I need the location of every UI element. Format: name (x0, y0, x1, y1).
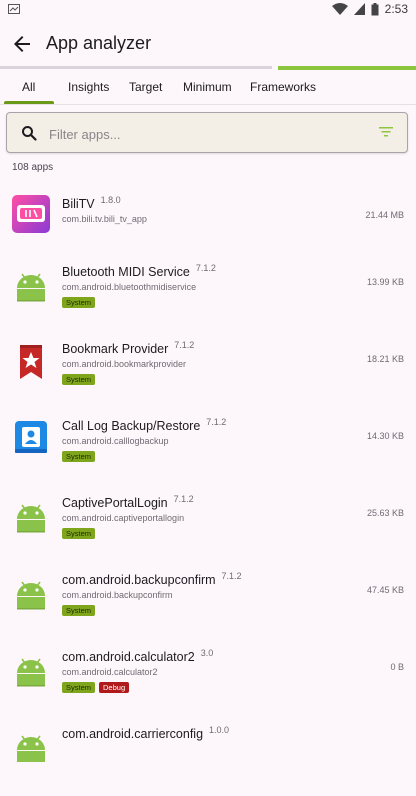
android-icon (17, 504, 45, 533)
system-badge: System (62, 374, 96, 385)
tab-minimum[interactable]: Minimum (183, 80, 232, 94)
app-package: com.bili.tv.bili_tv_app (62, 214, 147, 224)
app-name: com.android.backupconfirm 7.1.2 (62, 571, 242, 587)
signal-icon (353, 3, 365, 15)
system-badge: System (62, 528, 96, 539)
list-item[interactable]: Call Log Backup/Restore 7.1.2 com.android… (0, 411, 416, 488)
wifi-icon (331, 2, 348, 15)
badge-group: System (62, 451, 96, 462)
badge-group: System (62, 528, 96, 539)
app-version: 7.1.2 (195, 263, 216, 273)
back-arrow-icon[interactable] (10, 32, 34, 56)
app-package: com.android.captiveportallogin (62, 513, 185, 523)
app-size: 47.45 KB (366, 585, 404, 595)
app-count: 108 apps (12, 162, 54, 173)
app-name: Bluetooth MIDI Service 7.1.2 (62, 263, 216, 279)
list-item[interactable]: com.android.carrierconfig 1.0.0 (0, 719, 416, 796)
app-size: 0 B (390, 662, 404, 672)
search-bar[interactable] (6, 112, 408, 153)
app-package: com.android.bookmarkprovider (62, 359, 187, 369)
app-name: Call Log Backup/Restore 7.1.2 (62, 417, 227, 433)
app-version: 1.0.0 (209, 725, 230, 735)
android-icon (17, 273, 45, 302)
battery-icon (371, 2, 379, 15)
app-package: com.android.bluetoothmidiservice (62, 282, 197, 292)
tab-bar: All Insights Target Minimum Frameworks (0, 70, 416, 105)
android-icon (17, 735, 45, 762)
list-item[interactable]: Bookmark Provider 7.1.2 com.android.bookm… (0, 334, 416, 411)
app-name: com.android.carrierconfig 1.0.0 (62, 725, 230, 741)
app-name: CaptivePortalLogin 7.1.2 (62, 494, 194, 510)
page-title: App analyzer (46, 33, 152, 53)
list-item[interactable]: Bluetooth MIDI Service 7.1.2 com.android.… (0, 257, 416, 334)
contact-icon (15, 421, 47, 453)
app-name: com.android.calculator2 3.0 (62, 648, 214, 664)
app-package: com.android.calllogbackup (62, 436, 169, 446)
app-version: 7.1.2 (173, 494, 194, 504)
list-item[interactable]: com.android.backupconfirm 7.1.2 com.andro… (0, 565, 416, 642)
android-icon (17, 658, 45, 687)
tab-indicator (4, 101, 54, 104)
app-version: 3.0 (200, 648, 214, 658)
app-bar: App analyzer (0, 22, 416, 66)
system-badge: System (62, 451, 96, 462)
tab-all[interactable]: All (22, 80, 35, 94)
list-item[interactable]: BiliTV 1.8.0 com.bili.tv.bili_tv_app 21.4… (0, 180, 416, 257)
app-size: 21.44 MB (365, 210, 404, 220)
app-size: 25.63 KB (366, 508, 404, 518)
android-icon (17, 581, 45, 610)
app-version: 1.8.0 (100, 195, 121, 205)
app-package: com.android.backupconfirm (62, 590, 173, 600)
screenshot-icon (8, 4, 20, 14)
app-size: 13.99 KB (366, 277, 404, 287)
badge-group: System (62, 374, 96, 385)
bilitv-icon (12, 195, 50, 233)
app-name: BiliTV 1.8.0 (62, 195, 121, 211)
status-bar: 2:53 (0, 0, 416, 22)
search-icon (22, 126, 37, 141)
app-version: 7.1.2 (221, 571, 242, 581)
app-size: 18.21 KB (366, 354, 404, 364)
badge-group: System Debug (62, 682, 130, 693)
tab-insights[interactable]: Insights (68, 80, 109, 94)
app-version: 7.1.2 (174, 340, 195, 350)
system-badge: System (62, 682, 96, 693)
bookmark-icon (20, 345, 42, 379)
search-input[interactable] (47, 122, 351, 146)
debug-badge: Debug (99, 682, 130, 693)
progress-track-a (0, 66, 272, 69)
app-size: 14.30 KB (366, 431, 404, 441)
app-version: 7.1.2 (206, 417, 227, 427)
tab-frameworks[interactable]: Frameworks (250, 80, 316, 94)
filter-icon[interactable] (379, 126, 393, 138)
system-badge: System (62, 605, 96, 616)
tab-target[interactable]: Target (129, 80, 162, 94)
badge-group: System (62, 605, 96, 616)
list-item[interactable]: CaptivePortalLogin 7.1.2 com.android.capt… (0, 488, 416, 565)
status-time: 2:53 (384, 2, 408, 16)
app-name: Bookmark Provider 7.1.2 (62, 340, 195, 356)
list-item[interactable]: com.android.calculator2 3.0 com.android.c… (0, 642, 416, 719)
badge-group: System (62, 297, 96, 308)
system-badge: System (62, 297, 96, 308)
app-package: com.android.calculator2 (62, 667, 158, 677)
